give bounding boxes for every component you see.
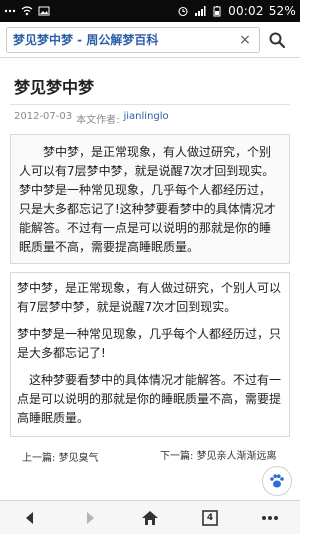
image-icon — [38, 5, 50, 17]
tabs-button[interactable]: 4 — [193, 505, 227, 531]
browser-toolbar: 4 — [0, 500, 300, 534]
prev-title[interactable]: 梦见臭气 — [59, 453, 99, 464]
next-label: 下一篇: — [160, 451, 194, 462]
url-text[interactable]: 梦见梦中梦 - 周公解梦百科 — [13, 31, 237, 48]
paw-button[interactable] — [262, 466, 292, 496]
clear-url-icon[interactable]: × — [237, 32, 253, 48]
battery-icon — [211, 5, 223, 17]
back-icon — [26, 511, 33, 524]
body-paragraph-2: 梦中梦是一种常见现象，几乎每个人都经历过，只是大多都忘记了! — [17, 327, 282, 360]
status-time: 00:02 — [228, 4, 264, 18]
page-content: 梦见梦中梦 2012-07-03 本文作者: jianlinglo 梦中梦，是正… — [0, 58, 300, 500]
body-paragraph-1: 梦中梦，是正常现象，有人做过研究，个别人可以有7层梦中梦，就是说醒7次才回到现实… — [17, 281, 282, 314]
url-field[interactable]: 梦见梦中梦 - 周公解梦百科 × — [6, 26, 260, 53]
signal-icon — [194, 5, 206, 17]
article-meta: 2012-07-03 本文作者: jianlinglo — [14, 111, 286, 126]
author-link[interactable]: jianlinglo — [124, 111, 169, 126]
forward-button[interactable] — [73, 505, 107, 531]
screen: 00:02 52% 梦见梦中梦 - 周公解梦百科 × 梦见梦中梦 2012-07… — [0, 0, 300, 534]
article-navigation: 上一篇: 梦见臭气 下一篇: 梦见亲人渐渐远离 — [10, 449, 290, 465]
summary-text: 梦中梦，是正常现象，有人做过研究，个别人可以有7层梦中梦，就是说醒7次才回到现实… — [19, 145, 276, 254]
article-title: 梦见梦中梦 — [10, 68, 290, 105]
body-paragraph-3: 这种梦要看梦中的具体情况才能解答。不过有一点是可以说明的那就是你的睡眠质量不高，… — [17, 373, 282, 425]
next-title[interactable]: 梦见亲人渐渐远离 — [197, 451, 277, 462]
article-date: 2012-07-03 — [14, 111, 73, 122]
home-icon — [142, 510, 158, 525]
browser-address-bar: 梦见梦中梦 - 周公解梦百科 × — [0, 22, 300, 58]
dots-icon — [4, 5, 16, 17]
wifi-icon — [21, 5, 33, 17]
forward-icon — [87, 511, 94, 524]
status-battery: 52% — [268, 4, 296, 18]
status-right: 00:02 52% — [177, 4, 296, 18]
paw-icon — [270, 474, 284, 488]
alarm-icon — [177, 5, 189, 17]
search-button[interactable] — [260, 27, 294, 53]
author-label: 本文作者: — [76, 115, 120, 126]
status-left — [4, 5, 50, 17]
prev-label: 上一篇: — [22, 453, 56, 464]
status-bar: 00:02 52% — [0, 0, 300, 22]
back-button[interactable] — [13, 505, 47, 531]
tab-count: 4 — [206, 512, 214, 523]
next-article[interactable]: 下一篇: 梦见亲人渐渐远离 — [150, 449, 290, 465]
summary-box: 梦中梦，是正常现象，有人做过研究，个别人可以有7层梦中梦，就是说醒7次才回到现实… — [10, 134, 290, 264]
prev-article[interactable]: 上一篇: 梦见臭气 — [10, 449, 150, 465]
article-body: 梦中梦，是正常现象，有人做过研究，个别人可以有7层梦中梦，就是说醒7次才回到现实… — [10, 272, 290, 437]
menu-icon — [262, 515, 278, 520]
home-button[interactable] — [133, 505, 167, 531]
menu-button[interactable] — [253, 505, 287, 531]
search-icon — [269, 32, 286, 48]
